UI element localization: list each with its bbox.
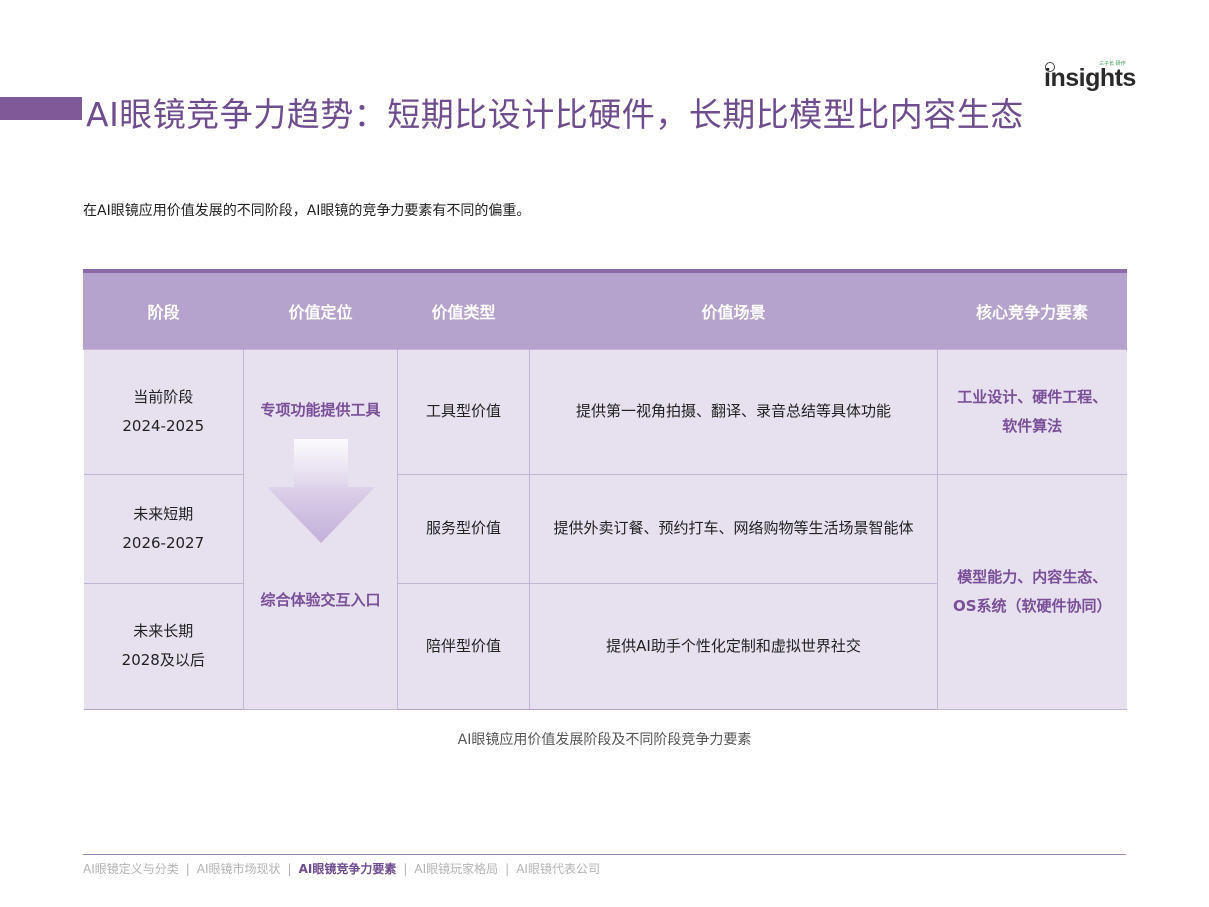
- scene-cell: 提供AI助手个性化定制和虚拟世界社交: [529, 582, 938, 710]
- scene-cell: 提供第一视角拍摄、翻译、录音总结等具体功能: [529, 348, 938, 475]
- footer-nav-definition[interactable]: AI眼镜定义与分类: [83, 862, 179, 876]
- stage-cell: 未来短期 2026-2027: [83, 473, 244, 584]
- type-cell: 陪伴型价值: [397, 582, 530, 710]
- header-core: 核心竞争力要素: [937, 269, 1127, 349]
- header-scene: 价值场景: [529, 269, 938, 349]
- core-line: 模型能力、内容生态、: [957, 567, 1108, 586]
- header-positioning: 价值定位: [243, 269, 398, 349]
- stage-name: 当前阶段: [133, 387, 194, 406]
- title-accent-bar: [0, 97, 82, 120]
- positioning-entry: 综合体验交互入口: [260, 590, 381, 609]
- header-type: 价值类型: [397, 269, 530, 349]
- footer-nav: AI眼镜定义与分类 | AI眼镜市场现状 | AI眼镜竞争力要素 | AI眼镜玩家格局 | AI…: [83, 860, 600, 877]
- scene-cell: 提供外卖订餐、预约打车、网络购物等生活场景智能体: [529, 473, 938, 584]
- footer-separator: |: [505, 862, 510, 876]
- footer-nav-companies[interactable]: AI眼镜代表公司: [516, 862, 600, 876]
- table-caption: AI眼镜应用价值发展阶段及不同阶段竞争力要素: [457, 732, 752, 748]
- stage-years: 2024-2025: [122, 416, 205, 435]
- stage-name: 未来短期: [133, 504, 194, 523]
- footer-nav-players[interactable]: AI眼镜玩家格局: [414, 862, 498, 876]
- positioning-cell: 专项功能提供工具 综合体验交互入口: [243, 348, 398, 710]
- core-cell: 工业设计、硬件工程、 软件算法: [937, 348, 1127, 475]
- footer-separator: |: [287, 862, 292, 876]
- footer-nav-competitiveness[interactable]: AI眼镜竞争力要素: [299, 862, 397, 876]
- stage-cell: 当前阶段 2024-2025: [83, 348, 244, 475]
- stage-name: 未来长期: [133, 622, 194, 640]
- table-row: 当前阶段 2024-2025 专项功能提供工具 综合体验交互入口 工具型价值 提…: [83, 348, 1127, 710]
- stage-years: 2026-2027: [122, 533, 205, 552]
- logo-text: insights: [1044, 64, 1136, 92]
- core-line: 软件算法: [1002, 416, 1063, 435]
- footer-divider: [83, 854, 1126, 855]
- table-header-row: 阶段 价值定位 价值类型 价值场景 核心竞争力要素: [83, 269, 1127, 349]
- footer-nav-market[interactable]: AI眼镜市场现状: [197, 862, 281, 876]
- intro-text: 在AI眼镜应用价值发展的不同阶段，AI眼镜的竞争力要素有不同的偏重。: [83, 203, 531, 219]
- competitiveness-table: 阶段 价值定位 价值类型 价值场景 核心竞争力要素 当前阶段 2024-2025…: [83, 269, 1127, 710]
- footer-separator: |: [403, 862, 408, 876]
- core-line: OS系统（软硬件协同）: [952, 596, 1112, 615]
- insights-logo: 三子长 研作 insights: [1044, 60, 1136, 96]
- header-stage: 阶段: [83, 269, 244, 349]
- table-row: 未来短期 2026-2027 服务型价值 提供外卖订餐、预约打车、网络购物等生活…: [83, 473, 1127, 710]
- core-cell: 模型能力、内容生态、 OS系统（软硬件协同）: [937, 473, 1127, 710]
- down-arrow-icon: [267, 438, 375, 543]
- footer-separator: |: [185, 862, 190, 876]
- core-line: 工业设计、硬件工程、: [957, 387, 1108, 406]
- positioning-tool: 专项功能提供工具: [260, 400, 381, 419]
- type-cell: 服务型价值: [397, 473, 530, 584]
- stage-years: 2028及以后: [121, 651, 205, 669]
- type-cell: 工具型价值: [397, 348, 530, 475]
- stage-cell: 未来长期 2028及以后: [83, 582, 244, 710]
- page-title: AI眼镜竞争力趋势：短期比设计比硬件，长期比模型比内容生态: [86, 95, 1024, 134]
